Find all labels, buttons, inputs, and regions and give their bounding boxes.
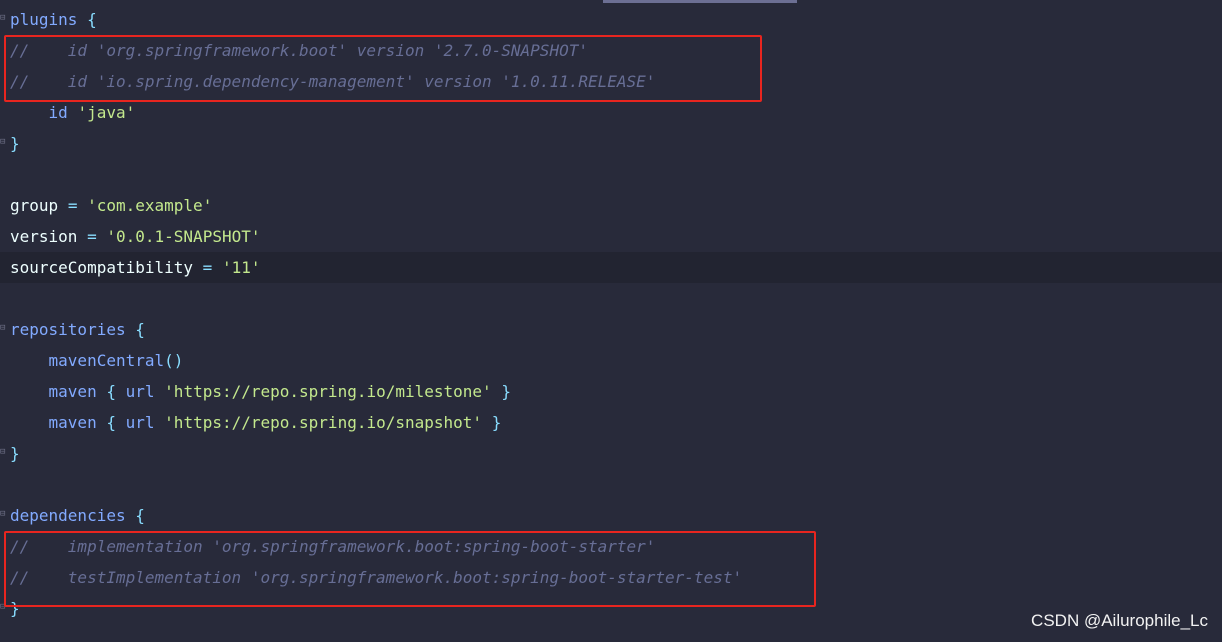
code-token: sourceCompatibility — [10, 258, 194, 277]
code-text: repositories { — [10, 314, 145, 345]
code-line[interactable]: version = '0.0.1-SNAPSHOT' — [0, 221, 1222, 252]
fold-icon[interactable]: ⊟ — [0, 13, 6, 24]
code-line[interactable]: ⊟ repositories { — [0, 314, 1222, 345]
code-editor[interactable]: ⊟ plugins {// id 'org.springframework.boo… — [0, 0, 1222, 642]
code-text: mavenCentral() — [10, 345, 184, 376]
code-token: 'com.example' — [87, 196, 213, 215]
code-line[interactable]: mavenCentral() — [0, 345, 1222, 376]
code-text: group = 'com.example' — [10, 190, 212, 221]
code-line[interactable]: ⊟} — [0, 128, 1222, 159]
code-token: maven — [48, 382, 97, 401]
fold-icon[interactable]: ⊟ — [0, 323, 6, 334]
code-token: { — [135, 320, 145, 339]
annotation-box-dependencies — [4, 531, 816, 607]
code-line[interactable]: ⊟} — [0, 438, 1222, 469]
code-token: { — [106, 382, 116, 401]
code-token: id — [48, 103, 68, 122]
code-token: '0.0.1-SNAPSHOT' — [106, 227, 261, 246]
code-line[interactable]: group = 'com.example' — [0, 190, 1222, 221]
code-token: { — [135, 506, 145, 525]
code-token: = — [87, 227, 97, 246]
code-token: } — [10, 444, 20, 463]
code-text: maven { url 'https://repo.spring.io/mile… — [10, 376, 511, 407]
watermark-text: CSDN @Ailurophile_Lc — [1031, 611, 1208, 630]
code-text: } — [10, 438, 20, 469]
code-token: { — [87, 10, 97, 29]
code-token: url — [125, 382, 155, 401]
code-token: () — [164, 351, 184, 370]
code-token: = — [67, 196, 78, 215]
code-token: 'https://repo.spring.io/milestone' — [164, 382, 492, 401]
fold-icon[interactable]: ⊟ — [0, 137, 6, 148]
code-token: maven — [48, 413, 97, 432]
code-token: dependencies — [10, 506, 126, 525]
code-token: } — [501, 382, 511, 401]
code-token: group — [10, 196, 59, 215]
tab-indicator — [603, 0, 797, 3]
code-line[interactable]: maven { url 'https://repo.spring.io/mile… — [0, 376, 1222, 407]
code-text: dependencies { — [10, 500, 145, 531]
code-line[interactable] — [0, 283, 1222, 314]
code-token: repositories — [10, 320, 126, 339]
code-token: } — [491, 413, 502, 432]
code-token: mavenCentral — [48, 351, 165, 370]
code-text: plugins { — [10, 4, 97, 35]
code-token: } — [10, 134, 20, 153]
code-token: '11' — [221, 258, 261, 277]
code-token: 'java' — [77, 103, 136, 122]
code-token: { — [106, 413, 116, 432]
code-token: 'https://repo.spring.io/snapshot' — [164, 413, 483, 432]
code-line[interactable] — [0, 469, 1222, 500]
code-text: version = '0.0.1-SNAPSHOT' — [10, 221, 260, 252]
code-line[interactable]: ⊟ dependencies { — [0, 500, 1222, 531]
fold-icon[interactable]: ⊟ — [0, 447, 6, 458]
code-text: } — [10, 128, 20, 159]
code-line[interactable]: sourceCompatibility = '11' — [0, 252, 1222, 283]
code-token: = — [202, 258, 213, 277]
code-token: url — [125, 413, 155, 432]
fold-icon[interactable]: ⊟ — [0, 509, 6, 520]
code-text: maven { url 'https://repo.spring.io/snap… — [10, 407, 502, 438]
code-text: sourceCompatibility = '11' — [10, 252, 260, 283]
annotation-box-plugins — [4, 35, 762, 102]
code-token: version — [10, 227, 78, 246]
code-line[interactable]: ⊟ plugins { — [0, 4, 1222, 35]
code-token: plugins — [10, 10, 78, 29]
code-line[interactable] — [0, 159, 1222, 190]
code-line[interactable]: maven { url 'https://repo.spring.io/snap… — [0, 407, 1222, 438]
